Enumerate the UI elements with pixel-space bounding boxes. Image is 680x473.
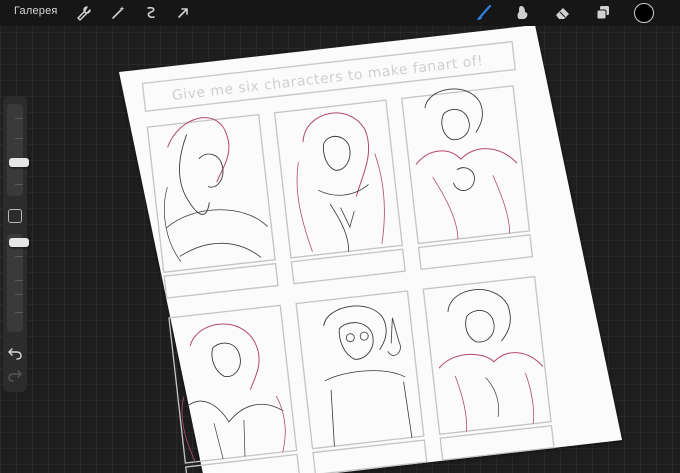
left-sidebar	[3, 96, 29, 392]
smudge-icon[interactable]	[513, 3, 533, 23]
transform-arrow-icon[interactable]	[173, 3, 193, 23]
brush-size-slider[interactable]	[7, 104, 29, 196]
modify-button[interactable]	[8, 209, 22, 223]
brush-icon[interactable]	[474, 3, 494, 23]
color-picker-swatch[interactable]	[634, 3, 654, 23]
selection-icon[interactable]	[141, 3, 161, 23]
top-toolbar: Галерея	[0, 0, 680, 26]
drawing-canvas[interactable]: Give me six characters to make fanart of…	[0, 0, 680, 473]
undo-icon[interactable]	[7, 346, 23, 360]
opacity-slider[interactable]	[7, 234, 29, 332]
redo-icon[interactable]	[7, 368, 23, 382]
wrench-icon[interactable]	[74, 3, 94, 23]
brush-size-thumb[interactable]	[9, 158, 29, 167]
eraser-icon[interactable]	[553, 3, 573, 23]
magic-wand-icon[interactable]	[108, 3, 128, 23]
gallery-button[interactable]: Галерея	[14, 5, 58, 17]
layers-icon[interactable]	[593, 3, 613, 23]
opacity-thumb[interactable]	[9, 238, 29, 247]
